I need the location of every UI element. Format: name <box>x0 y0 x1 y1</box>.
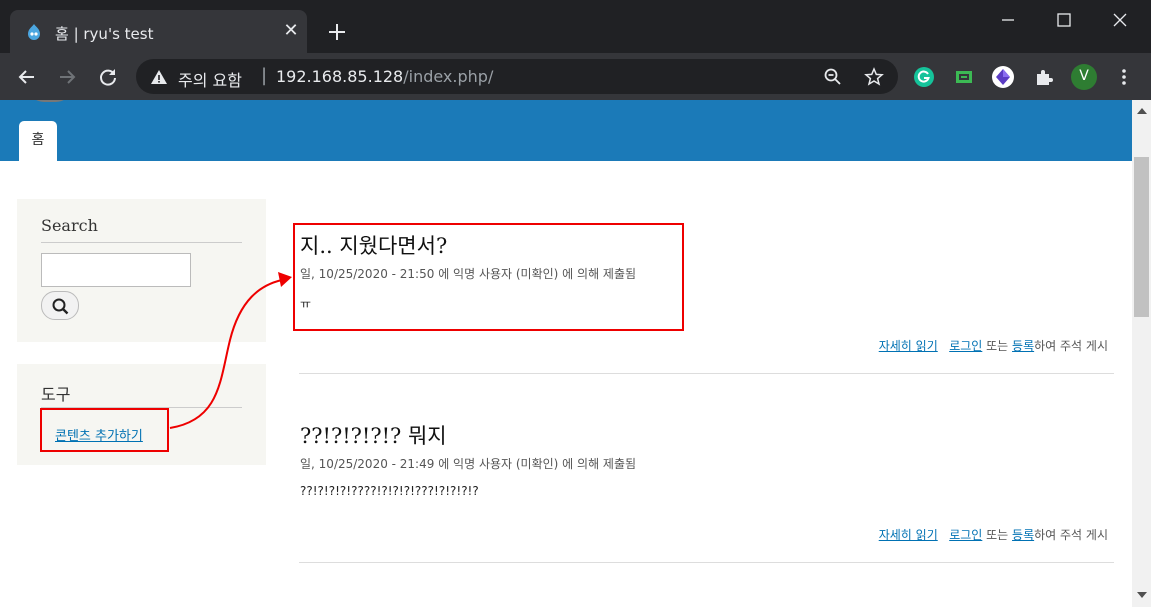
bookmark-star-icon[interactable] <box>864 67 884 87</box>
register-link[interactable]: 등록 <box>1012 528 1034 542</box>
reload-icon[interactable] <box>96 65 120 89</box>
page-viewport: 홈 Search 도구 콘텐츠 추가하기 지.. 지웠다면서? 일, 10/25… <box>0 100 1132 607</box>
profile-avatar[interactable]: V <box>1071 64 1097 90</box>
nav-tab-home-label: 홈 <box>31 132 45 148</box>
tools-block-title: 도구 <box>41 385 71 404</box>
grammarly-extension-icon[interactable] <box>912 65 936 89</box>
site-logo[interactable] <box>28 100 72 102</box>
article-body: ㅠ <box>300 297 312 311</box>
drupal-favicon-icon <box>28 24 40 40</box>
login-link[interactable]: 로그인 <box>949 528 982 542</box>
back-arrow-icon[interactable] <box>15 65 39 89</box>
article-meta: 일, 10/25/2020 - 21:49 에 익명 사용자 (미확인) 에 의… <box>300 457 637 471</box>
url-separator: | <box>261 65 268 86</box>
browser-tab-bar: 홈 | ryu's test ✕ <box>0 0 1151 53</box>
article-divider <box>299 373 1114 374</box>
window-maximize-icon[interactable] <box>1041 8 1087 32</box>
url-path: /index.php/ <box>403 67 494 86</box>
tab-close-icon[interactable]: ✕ <box>282 22 300 40</box>
search-block-divider <box>41 242 242 243</box>
nav-tab-home[interactable]: 홈 <box>19 121 57 161</box>
annotation-arrow-icon <box>169 272 292 429</box>
extensions-puzzle-icon[interactable] <box>1032 65 1056 89</box>
page-scrollbar[interactable] <box>1132 100 1151 607</box>
scroll-thumb[interactable] <box>1134 157 1149 317</box>
browser-tab[interactable]: 홈 | ryu's test ✕ <box>10 10 307 53</box>
warning-triangle-icon[interactable] <box>150 68 168 86</box>
links-suffix-text: 하여 주석 게시 <box>1034 528 1108 542</box>
links-or-text: 또는 <box>982 528 1013 542</box>
register-link[interactable]: 등록 <box>1012 339 1034 353</box>
new-tab-plus-icon[interactable] <box>326 21 348 43</box>
tab-title: 홈 | ryu's test <box>55 25 154 43</box>
article-title[interactable]: ??!?!?!?!? 뭐지 <box>300 420 447 450</box>
scroll-up-arrow-icon[interactable] <box>1137 108 1147 114</box>
window-close-icon[interactable] <box>1097 8 1143 32</box>
security-warning-label[interactable]: 주의 요함 <box>178 67 242 91</box>
read-more-link[interactable]: 자세히 읽기 <box>879 528 938 542</box>
profile-initial: V <box>1079 68 1089 84</box>
forward-arrow-icon[interactable] <box>55 65 79 89</box>
zoom-magnifier-icon[interactable] <box>823 67 843 87</box>
screen-extension-icon[interactable] <box>952 65 976 89</box>
search-block-title: Search <box>41 216 98 235</box>
read-more-link[interactable]: 자세히 읽기 <box>879 339 938 353</box>
purple-gem-extension-icon[interactable] <box>991 65 1015 89</box>
article-body: ??!?!?!?!????!?!?!?!???!?!?!?!? <box>300 484 479 498</box>
address-bar[interactable]: 주의 요함 | 192.168.85.128/index.php/ <box>136 59 898 94</box>
add-content-link[interactable]: 콘텐츠 추가하기 <box>55 425 143 444</box>
article-links: 자세히 읽기 로그인 또는 등록하여 주석 게시 <box>879 526 1108 543</box>
search-icon <box>52 298 69 315</box>
article-divider <box>299 562 1114 563</box>
login-link[interactable]: 로그인 <box>949 339 982 353</box>
scroll-down-arrow-icon[interactable] <box>1137 592 1147 598</box>
window-minimize-icon[interactable] <box>985 8 1031 32</box>
site-header: 홈 <box>0 100 1132 161</box>
search-button[interactable] <box>41 291 79 320</box>
links-or-text: 또는 <box>982 339 1013 353</box>
article-title[interactable]: 지.. 지웠다면서? <box>300 230 447 260</box>
browser-toolbar: 주의 요함 | 192.168.85.128/index.php/ V <box>0 53 1151 100</box>
links-suffix-text: 하여 주석 게시 <box>1034 339 1108 353</box>
url-host: 192.168.85.128 <box>276 67 404 86</box>
url-text[interactable]: 192.168.85.128/index.php/ <box>276 67 493 86</box>
browser-menu-dots-icon[interactable] <box>1112 65 1136 89</box>
article-links: 자세히 읽기 로그인 또는 등록하여 주석 게시 <box>879 337 1108 354</box>
article-meta: 일, 10/25/2020 - 21:50 에 익명 사용자 (미확인) 에 의… <box>300 267 637 281</box>
